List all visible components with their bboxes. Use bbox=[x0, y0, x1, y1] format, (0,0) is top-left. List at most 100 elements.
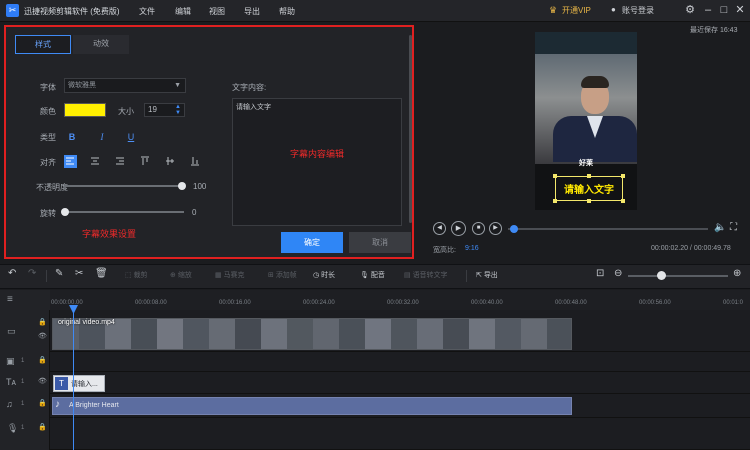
stepper-arrows-icon[interactable]: ▲ ▼ bbox=[175, 104, 181, 116]
resize-handle[interactable] bbox=[553, 199, 557, 203]
size-value: 19 bbox=[148, 105, 157, 114]
volume-icon[interactable]: 🔈 bbox=[714, 222, 726, 233]
video-thumbnail bbox=[443, 319, 469, 349]
video-thumbnail bbox=[287, 319, 313, 349]
align-left-icon[interactable] bbox=[64, 155, 77, 168]
content-textarea[interactable]: 请输入文字 bbox=[232, 98, 402, 226]
rotation-value: 0 bbox=[192, 208, 197, 217]
audio-clip[interactable] bbox=[52, 397, 572, 415]
add-frame-button[interactable]: ⊞ 添加帧 bbox=[268, 270, 297, 280]
mosaic-button[interactable]: ▦ 马赛克 bbox=[215, 270, 245, 280]
content-edit-hint: 字幕内容编辑 bbox=[290, 149, 345, 159]
zoom-out-icon[interactable]: ⊖ bbox=[614, 268, 622, 279]
add-track-icon[interactable]: ≡ bbox=[7, 294, 13, 305]
timeline-zoom-slider[interactable] bbox=[628, 275, 728, 277]
fit-timeline-icon[interactable]: ⊡ bbox=[596, 268, 604, 279]
settings-icon[interactable]: ⚙ bbox=[682, 3, 698, 17]
speech-to-text-button[interactable]: ▤ 语音转文字 bbox=[404, 270, 448, 280]
cancel-button[interactable]: 取消 bbox=[349, 232, 411, 253]
aspect-ratio-value[interactable]: 9:16 bbox=[465, 245, 479, 252]
tab-style[interactable]: 样式 bbox=[15, 35, 71, 54]
next-frame-icon[interactable]: ▶ bbox=[489, 222, 502, 235]
lock-icon[interactable]: 🔒 bbox=[38, 356, 47, 364]
italic-button[interactable]: I bbox=[96, 131, 108, 143]
rotation-slider[interactable] bbox=[64, 211, 184, 213]
undo-icon[interactable]: ↶ bbox=[8, 268, 16, 279]
lock-icon[interactable]: 🔒 bbox=[38, 318, 47, 326]
playback-progress-handle[interactable] bbox=[510, 225, 518, 233]
edit-icon[interactable]: ✎ bbox=[55, 268, 63, 279]
vip-button[interactable]: 开通VIP bbox=[562, 5, 591, 16]
font-select[interactable]: 微软雅黑 ▼ bbox=[64, 78, 186, 93]
zoom-button[interactable]: ⊕ 缩放 bbox=[170, 270, 192, 280]
video-thumbnail bbox=[131, 319, 157, 349]
playback-progress-bar[interactable] bbox=[508, 228, 708, 230]
menu-view[interactable]: 视图 bbox=[209, 6, 225, 17]
menu-edit[interactable]: 编辑 bbox=[175, 6, 191, 17]
play-icon[interactable]: ▶ bbox=[451, 221, 466, 236]
crop-button[interactable]: ⬚ 裁剪 bbox=[125, 270, 148, 280]
opacity-slider[interactable] bbox=[64, 185, 184, 187]
ruler-tick: 00:00:56.00 bbox=[639, 300, 671, 306]
video-clip[interactable] bbox=[52, 318, 572, 350]
duration-button[interactable]: ◷ 时长 bbox=[313, 270, 335, 280]
mosaic-label: 马赛克 bbox=[223, 272, 245, 279]
resize-handle[interactable] bbox=[621, 199, 625, 203]
bold-button[interactable]: B bbox=[66, 131, 78, 143]
align-right-icon[interactable] bbox=[114, 155, 127, 168]
tab-animation[interactable]: 动效 bbox=[73, 35, 129, 54]
video-top-band bbox=[535, 32, 637, 54]
fullscreen-icon[interactable]: ⛶ bbox=[730, 222, 737, 233]
eye-icon[interactable]: 👁 bbox=[38, 377, 47, 385]
subtitle-overlay-text[interactable]: 请输入文字 bbox=[557, 181, 621, 196]
stop-icon[interactable]: ■ bbox=[472, 222, 485, 235]
lock-icon[interactable]: 🔒 bbox=[38, 423, 47, 431]
resize-handle[interactable] bbox=[621, 174, 625, 178]
resize-handle[interactable] bbox=[587, 199, 591, 203]
zoom-in-icon[interactable]: ⊕ bbox=[733, 268, 741, 279]
subtitle-edit-panel: 样式 动效 字体 微软雅黑 ▼ 颜色 大小 19 ▲ ▼ 类型 B I U 对齐 … bbox=[4, 25, 414, 259]
user-icon: ● bbox=[611, 5, 616, 14]
rotation-slider-handle[interactable] bbox=[61, 208, 69, 216]
confirm-button[interactable]: 确定 bbox=[281, 232, 343, 253]
delete-icon[interactable]: 🗑 bbox=[95, 268, 108, 279]
maximize-button[interactable]: □ bbox=[716, 3, 732, 17]
resize-handle[interactable] bbox=[553, 174, 557, 178]
menu-export[interactable]: 导出 bbox=[244, 6, 260, 17]
video-thumbnail bbox=[339, 319, 365, 349]
align-bottom-icon[interactable] bbox=[189, 155, 202, 168]
font-select-value: 微软雅黑 bbox=[68, 82, 96, 89]
timeline-zoom-handle[interactable] bbox=[657, 271, 666, 280]
panel-scrollbar[interactable] bbox=[409, 35, 412, 223]
track-number: 1 bbox=[21, 358, 25, 364]
dub-button[interactable]: 🎙 配音 bbox=[360, 270, 385, 280]
color-swatch[interactable] bbox=[64, 103, 106, 117]
resize-handle[interactable] bbox=[587, 174, 591, 178]
size-stepper[interactable]: 19 ▲ ▼ bbox=[144, 103, 185, 117]
opacity-slider-handle[interactable] bbox=[178, 182, 186, 190]
underline-button[interactable]: U bbox=[125, 131, 137, 143]
cut-icon[interactable]: ✂ bbox=[75, 268, 83, 279]
close-button[interactable]: ✕ bbox=[732, 3, 748, 17]
eye-icon[interactable]: 👁 bbox=[38, 332, 47, 340]
redo-icon[interactable]: ↷ bbox=[28, 268, 36, 279]
video-thumbnail bbox=[495, 319, 521, 349]
previous-frame-icon[interactable]: ◀ bbox=[433, 222, 446, 235]
align-middle-icon[interactable] bbox=[164, 155, 177, 168]
minimize-button[interactable]: – bbox=[700, 3, 716, 17]
menu-help[interactable]: 帮助 bbox=[279, 6, 295, 17]
crop-label: 裁剪 bbox=[133, 272, 148, 279]
align-top-icon[interactable] bbox=[139, 155, 152, 168]
menu-file[interactable]: 文件 bbox=[139, 6, 155, 17]
login-button[interactable]: 账号登录 bbox=[622, 5, 654, 16]
lock-icon[interactable]: 🔒 bbox=[38, 399, 47, 407]
font-label: 字体 bbox=[40, 83, 56, 92]
playhead[interactable] bbox=[73, 306, 74, 450]
export-button[interactable]: ⇱ 导出 bbox=[476, 270, 498, 280]
speech-to-text-label: 语音转文字 bbox=[412, 272, 448, 279]
person-hair bbox=[581, 76, 609, 88]
video-thumbnail bbox=[261, 319, 287, 349]
app-logo-icon: ✂ bbox=[6, 4, 19, 17]
video-thumbnail bbox=[313, 319, 339, 349]
align-center-icon[interactable] bbox=[89, 155, 102, 168]
